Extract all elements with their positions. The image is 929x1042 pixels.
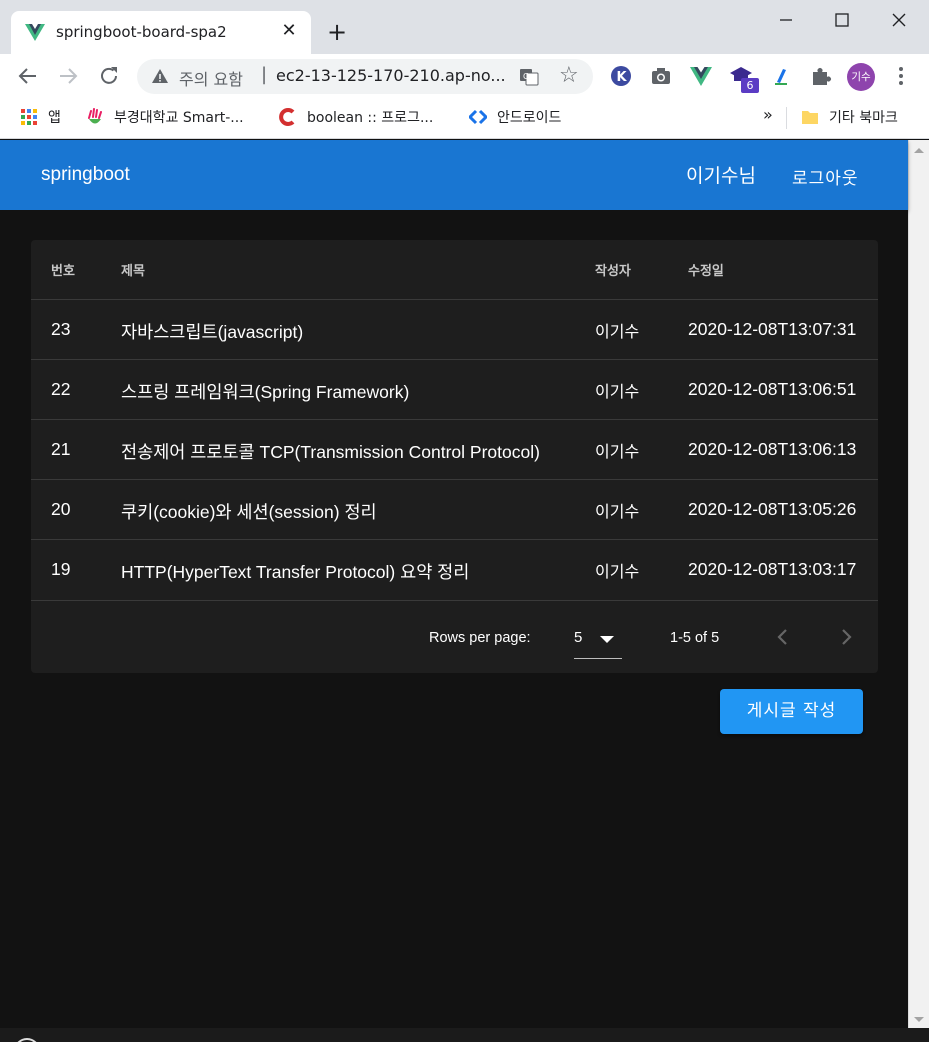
browser-toolbar: 주의 요함 | ec2-13-125-170-210.ap-no... G ☆ … [0,54,929,99]
forward-arrow-icon[interactable] [56,64,80,88]
svg-text:G: G [523,72,529,81]
translate-icon[interactable]: G [519,67,539,87]
cell-modified: 2020-12-08T13:03:17 [688,559,857,579]
cell-no: 23 [51,319,71,339]
back-arrow-icon[interactable] [16,64,40,88]
rows-per-page-label: Rows per page: [429,630,531,646]
cell-title: 전송제어 프로토콜 TCP(Transmission Control Proto… [121,442,540,462]
rows-per-page-select[interactable]: 5 [574,620,622,659]
browser-tab[interactable]: springboot-board-spa2 ✕ [11,11,311,54]
cell-author: 이기수 [595,562,640,581]
cell-no: 19 [51,559,71,579]
write-post-button[interactable]: 게시글 작성 [720,689,863,734]
cell-no: 21 [51,439,71,459]
pencil-extension-icon[interactable] [769,64,793,88]
cell-title: 쿠키(cookie)와 세션(session) 정리 [121,502,377,522]
apps-grid-icon [21,109,37,125]
cell-author: 이기수 [595,322,640,341]
user-name: 이기수님 [686,165,756,187]
bookmark-label: 앱 [48,110,61,126]
bookmarks-divider [786,107,787,129]
cell-title: HTTP(HyperText Transfer Protocol) 요약 정리 [121,562,470,582]
table-row[interactable]: 20 쿠키(cookie)와 세션(session) 정리 이기수 2020-1… [31,480,878,540]
pagination-range: 1-5 of 5 [670,630,720,646]
prev-page-icon[interactable] [770,624,796,650]
cell-author: 이기수 [595,382,640,401]
cell-author: 이기수 [595,442,640,461]
vue-favicon-icon [25,24,45,41]
bookmark-other-folder[interactable]: 기타 북마크 [801,107,898,127]
svg-text:K: K [617,70,628,85]
address-bar[interactable]: 주의 요함 | ec2-13-125-170-210.ap-no... G ☆ [137,59,593,94]
maximize-icon[interactable] [830,8,854,32]
scroll-up-arrow-icon[interactable] [914,148,924,153]
bookmark-label: boolean :: 프로그... [307,110,434,126]
vue-devtools-icon[interactable] [689,64,713,88]
bookmark-android[interactable]: 안드로이드 [469,107,561,127]
puzzle-extensions-icon[interactable] [809,64,833,88]
cell-no: 22 [51,379,71,399]
window-close-icon[interactable] [887,8,911,32]
page-scrollbar[interactable] [908,140,929,1028]
extension-badge: 6 [741,78,759,93]
more-menu-icon[interactable] [889,64,913,88]
bookmark-apps[interactable]: 앱 [20,107,61,127]
app-bar: springboot 이기수님 로그아웃 [0,140,908,210]
bookmark-star-icon[interactable]: ☆ [559,65,579,87]
bookmark-boolean[interactable]: boolean :: 프로그... [279,107,433,127]
hand-logo-icon [88,108,102,124]
cell-modified: 2020-12-08T13:07:31 [688,319,857,339]
cell-title: 자바스크립트(javascript) [121,322,304,342]
bookmarks-overflow-button[interactable]: » [763,105,773,124]
bookmark-label: 기타 북마크 [829,110,898,126]
cell-title: 스프링 프레임워크(Spring Framework) [121,382,410,402]
bookmark-label: 부경대학교 Smart-... [114,110,244,126]
bookmark-label: 안드로이드 [497,110,562,126]
table-row[interactable]: 23 자바스크립트(javascript) 이기수 2020-12-08T13:… [31,300,878,360]
header-title[interactable]: 제목 [121,260,145,279]
board-table: 번호 제목 작성자 수정일 23 자바스크립트(javascript) 이기수 … [31,240,878,673]
tab-title: springboot-board-spa2 [56,23,227,41]
folder-icon [802,111,818,124]
tab-close-icon[interactable]: ✕ [279,20,299,41]
k-extension-icon[interactable]: K [609,64,633,88]
reload-icon[interactable] [97,64,121,88]
bookmarks-bar: 앱 부경대학교 Smart-... boolean :: 프로그... 안드로이… [0,99,929,139]
next-page-icon[interactable] [833,624,859,650]
header-author[interactable]: 작성자 [595,260,631,279]
cell-modified: 2020-12-08T13:06:51 [688,379,857,399]
cell-modified: 2020-12-08T13:05:26 [688,499,857,519]
app-title[interactable]: springboot [41,164,130,186]
browser-tabstrip: springboot-board-spa2 ✕ + [0,0,929,54]
minimize-icon[interactable] [774,8,798,32]
scroll-down-arrow-icon[interactable] [914,1017,924,1022]
camera-icon[interactable] [649,64,673,88]
start-orb-icon[interactable] [14,1038,40,1042]
new-tab-button[interactable]: + [327,18,347,46]
logout-button[interactable]: 로그아웃 [792,164,859,189]
address-separator: | [261,64,268,85]
table-row[interactable]: 21 전송제어 프로토콜 TCP(Transmission Control Pr… [31,420,878,480]
rows-per-page-value: 5 [574,629,583,646]
cell-no: 20 [51,499,71,519]
address-url[interactable]: ec2-13-125-170-210.ap-no... [276,66,506,85]
header-modified[interactable]: 수정일 [688,260,724,279]
cell-author: 이기수 [595,502,640,521]
c-logo-icon [279,108,295,126]
warning-icon[interactable] [151,67,169,85]
table-row[interactable]: 19 HTTP(HyperText Transfer Protocol) 요약 … [31,540,878,600]
dropdown-caret-icon [600,636,614,643]
table-divider [31,600,878,601]
bookmark-pknu-smart[interactable]: 부경대학교 Smart-... [86,107,244,127]
cell-modified: 2020-12-08T13:06:13 [688,439,857,459]
main-content: 번호 제목 작성자 수정일 23 자바스크립트(javascript) 이기수 … [0,210,908,1028]
header-no[interactable]: 번호 [51,260,75,279]
profile-avatar[interactable]: 기수 [847,63,875,91]
table-row[interactable]: 22 스프링 프레임워크(Spring Framework) 이기수 2020-… [31,360,878,420]
os-taskbar [0,1028,929,1042]
security-warning-label[interactable]: 주의 요함 [179,66,243,90]
code-brackets-icon [469,109,487,125]
